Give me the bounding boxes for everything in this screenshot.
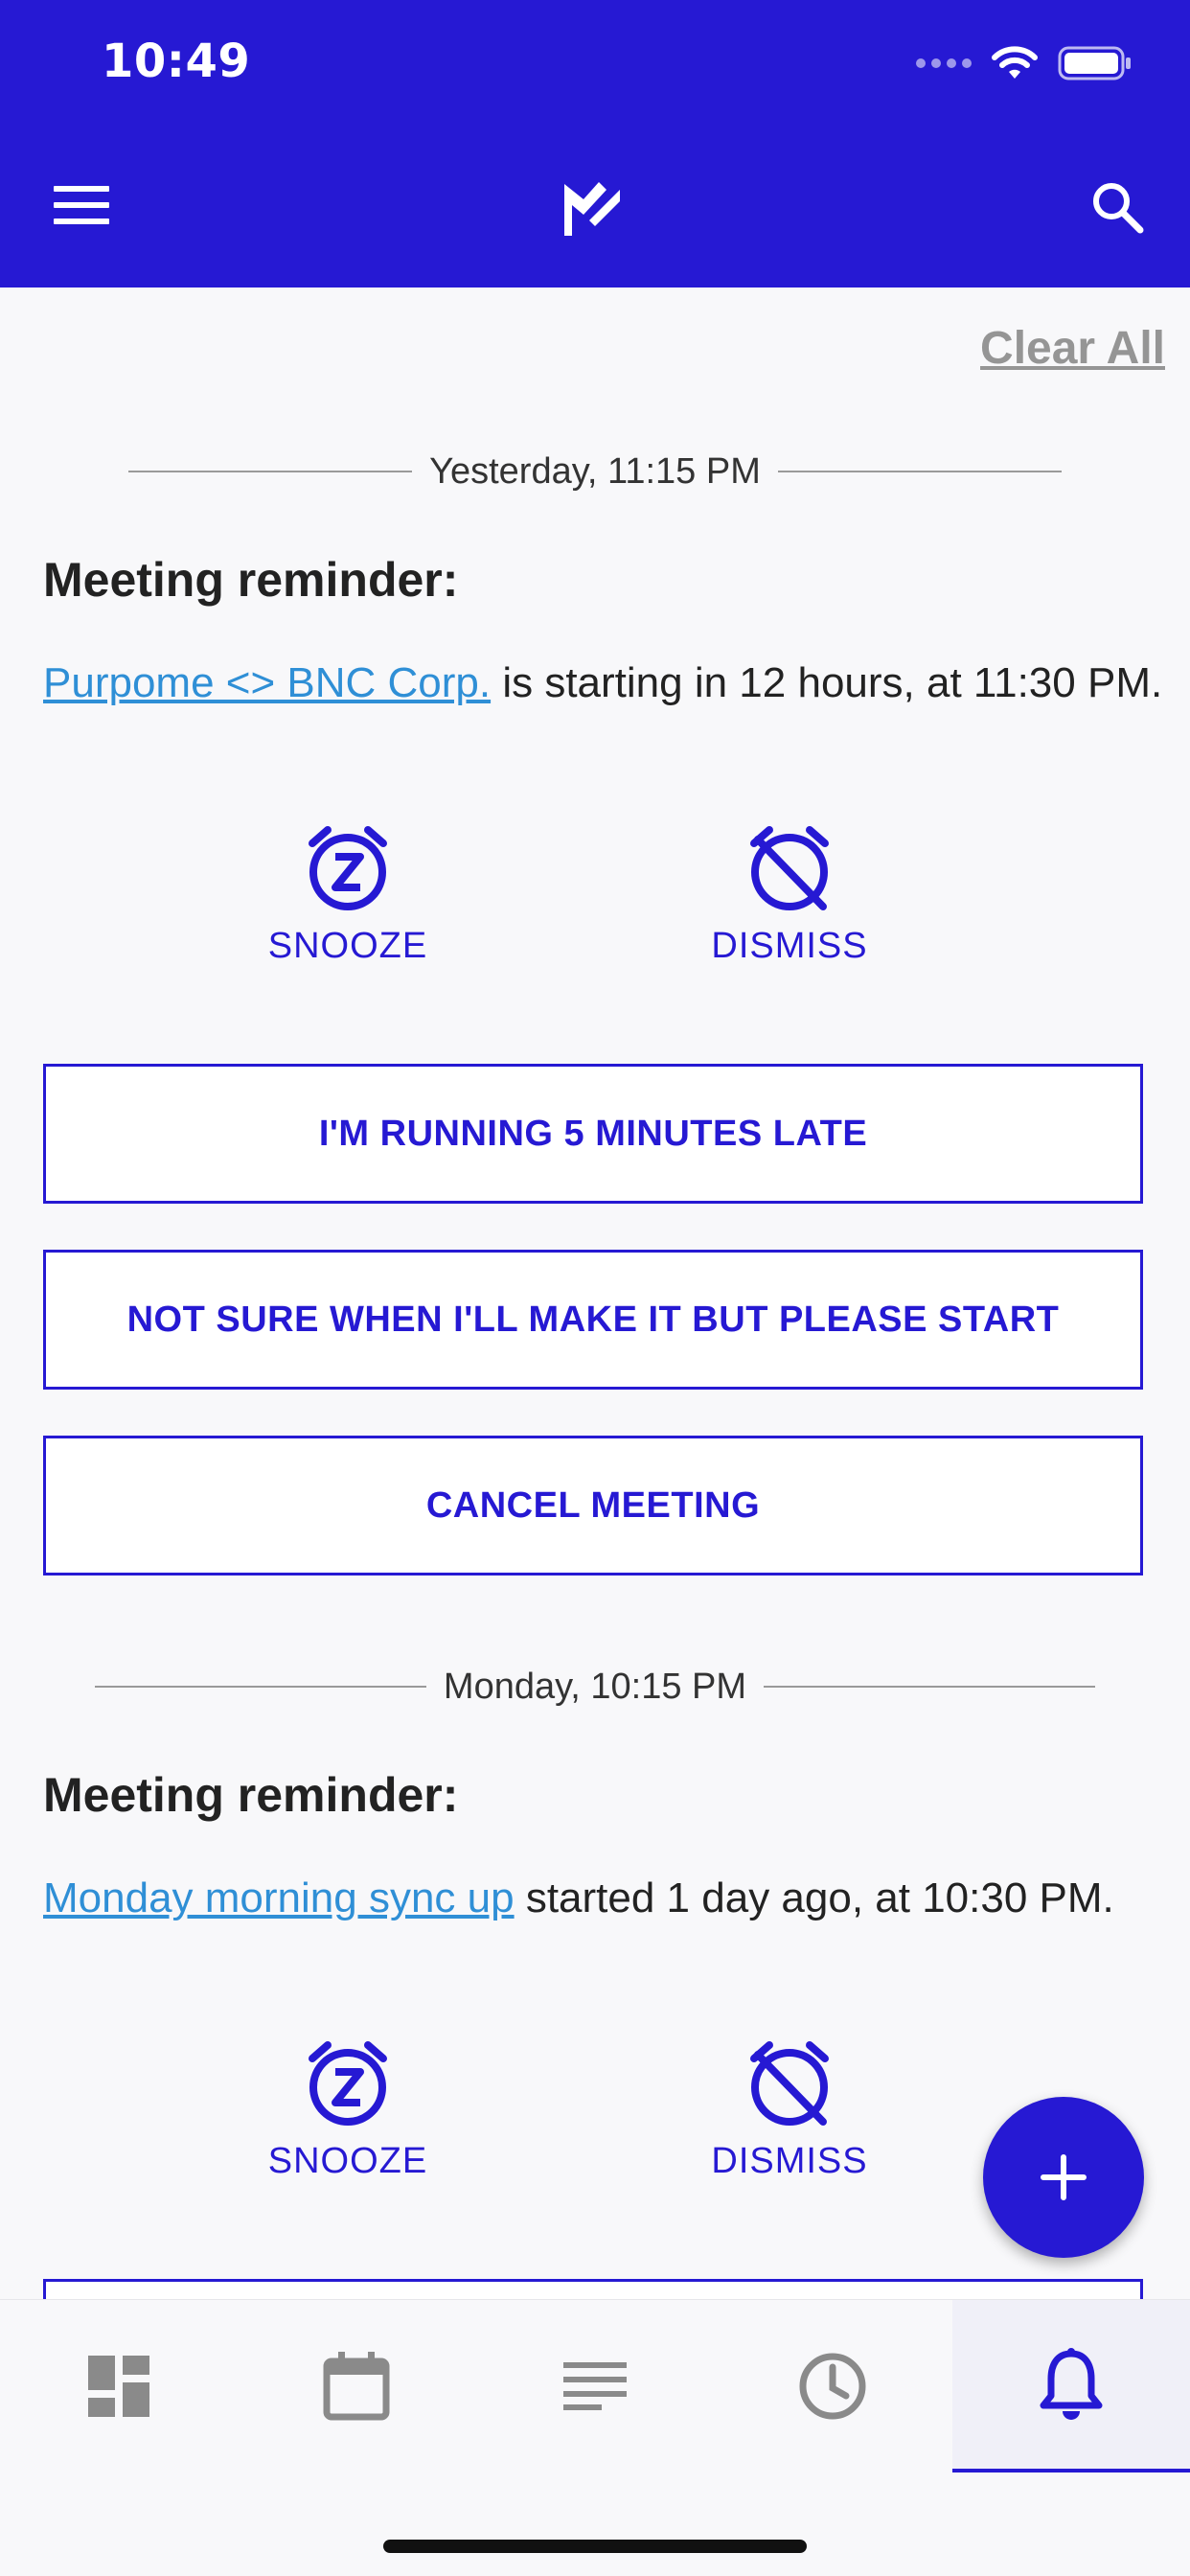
hamburger-icon [54, 186, 109, 192]
running-late-button[interactable]: I'M RUNNING 5 MINUTES LATE [43, 1064, 1143, 1204]
plus-icon [1041, 2154, 1087, 2200]
search-icon[interactable] [1088, 178, 1146, 236]
notification-timestamp: Monday, 10:15 PM [443, 1666, 747, 1707]
snooze-button[interactable]: SNOOZE [233, 2039, 463, 2182]
dismiss-button[interactable]: DISMISS [675, 824, 904, 967]
snooze-label: SNOOZE [267, 2141, 428, 2181]
app-header: 10:49 [0, 0, 1190, 288]
tab-notifications[interactable] [952, 2300, 1190, 2472]
message-text: started 1 day ago, at 10:30 PM. [514, 1874, 1114, 1921]
snooze-alarm-icon [309, 826, 387, 910]
notification-message: Purpome <> BNC Corp. is starting in 12 h… [43, 659, 1162, 707]
message-text: is starting in 12 hours, at 11:30 PM. [491, 659, 1163, 706]
reply-button[interactable] [43, 2279, 1143, 2300]
clock-icon [799, 2353, 866, 2420]
add-button[interactable] [983, 2097, 1144, 2258]
menu-button[interactable] [54, 186, 109, 228]
home-indicator [383, 2540, 807, 2553]
tab-dashboard[interactable] [0, 2300, 238, 2472]
snooze-alarm-icon [309, 2041, 387, 2126]
battery-icon [1058, 46, 1131, 80]
meeting-link[interactable]: Monday morning sync up [43, 1874, 515, 1921]
status-time: 10:49 [102, 34, 251, 88]
notification-timestamp: Yesterday, 11:15 PM [429, 450, 761, 492]
snooze-label: SNOOZE [267, 926, 428, 966]
cancel-meeting-button[interactable]: CANCEL MEETING [43, 1436, 1143, 1576]
notification-heading: Meeting reminder: [43, 1768, 459, 1822]
calendar-icon [323, 2352, 390, 2421]
date-divider: Monday, 10:15 PM [0, 1658, 1190, 1715]
tab-recent[interactable] [714, 2300, 951, 2472]
status-icons [916, 46, 1133, 80]
notification-message: Monday morning sync up started 1 day ago… [43, 1874, 1114, 1922]
dashboard-icon [88, 2356, 149, 2417]
clear-all-link[interactable]: Clear All [980, 322, 1165, 375]
signal-icon [916, 58, 972, 68]
notification-heading: Meeting reminder: [43, 553, 459, 607]
date-divider: Yesterday, 11:15 PM [0, 443, 1190, 500]
please-start-button[interactable]: NOT SURE WHEN I'LL MAKE IT BUT PLEASE ST… [43, 1250, 1143, 1390]
alarm-off-icon [750, 826, 829, 910]
snooze-button[interactable]: SNOOZE [233, 824, 463, 967]
dismiss-button[interactable]: DISMISS [675, 2039, 904, 2182]
alarm-off-icon [750, 2041, 829, 2126]
app-logo-icon [564, 182, 620, 236]
wifi-icon [992, 46, 1038, 79]
tab-notes[interactable] [476, 2300, 714, 2472]
notifications-list[interactable]: Clear All Yesterday, 11:15 PM Meeting re… [0, 288, 1190, 2300]
dismiss-label: DISMISS [711, 926, 868, 966]
tab-calendar[interactable] [238, 2300, 475, 2472]
notes-icon [563, 2362, 627, 2410]
dismiss-label: DISMISS [711, 2141, 868, 2181]
bottom-tab-bar [0, 2300, 1190, 2576]
meeting-link[interactable]: Purpome <> BNC Corp. [43, 659, 491, 706]
bell-icon [1040, 2348, 1103, 2420]
